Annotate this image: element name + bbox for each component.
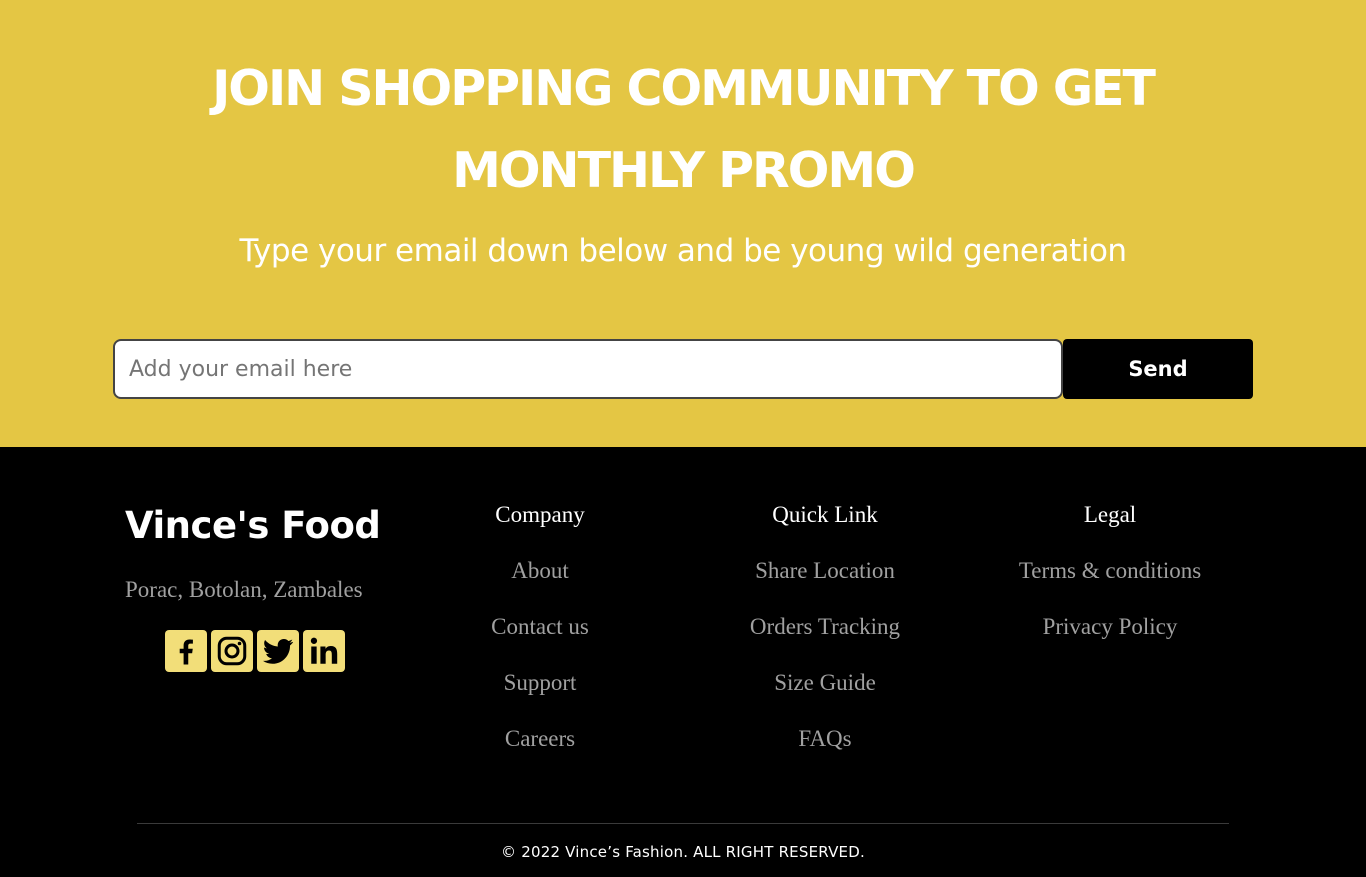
- footer-link-faqs[interactable]: FAQs: [695, 725, 955, 753]
- footer-link-terms[interactable]: Terms & conditions: [980, 557, 1240, 585]
- footer-column-company: Company About Contact us Support Careers: [410, 501, 670, 753]
- footer-divider: [137, 823, 1229, 824]
- linkedin-icon[interactable]: [303, 630, 345, 672]
- site-footer: Vince's Food Porac, Botolan, Zambales Co…: [0, 447, 1366, 877]
- footer-column-title: Quick Link: [772, 502, 878, 527]
- footer-link-orders-tracking[interactable]: Orders Tracking: [695, 613, 955, 641]
- social-links: [165, 630, 345, 672]
- footer-link-contact-us[interactable]: Contact us: [410, 613, 670, 641]
- footer-column-title: Company: [495, 502, 585, 527]
- brand-address: Porac, Botolan, Zambales: [125, 577, 363, 602]
- twitter-icon[interactable]: [257, 630, 299, 672]
- copyright-text: © 2022 Vince’s Fashion. ALL RIGHT RESERV…: [501, 843, 865, 861]
- footer-column-legal: Legal Terms & conditions Privacy Policy: [980, 501, 1240, 641]
- footer-link-size-guide[interactable]: Size Guide: [695, 669, 955, 697]
- facebook-icon[interactable]: [165, 630, 207, 672]
- email-input[interactable]: [113, 339, 1063, 399]
- instagram-icon[interactable]: [211, 630, 253, 672]
- promo-title: JOIN SHOPPING COMMUNITY TO GET MONTHLY P…: [0, 48, 1366, 212]
- brand-name: Vince's Food: [125, 504, 381, 547]
- promo-title-line-1: JOIN SHOPPING COMMUNITY TO GET: [212, 60, 1156, 117]
- footer-link-careers[interactable]: Careers: [410, 725, 670, 753]
- footer-column-quick-link: Quick Link Share Location Orders Trackin…: [695, 501, 955, 753]
- footer-link-about[interactable]: About: [410, 557, 670, 585]
- promo-subtitle: Type your email down below and be young …: [239, 233, 1127, 269]
- footer-column-title: Legal: [1083, 502, 1137, 527]
- footer-link-share-location[interactable]: Share Location: [695, 557, 955, 585]
- send-button[interactable]: Send: [1063, 339, 1253, 399]
- newsletter-section: JOIN SHOPPING COMMUNITY TO GET MONTHLY P…: [0, 0, 1366, 447]
- footer-link-privacy-policy[interactable]: Privacy Policy: [980, 613, 1240, 641]
- promo-title-line-2: MONTHLY PROMO: [452, 142, 916, 199]
- footer-link-support[interactable]: Support: [410, 669, 670, 697]
